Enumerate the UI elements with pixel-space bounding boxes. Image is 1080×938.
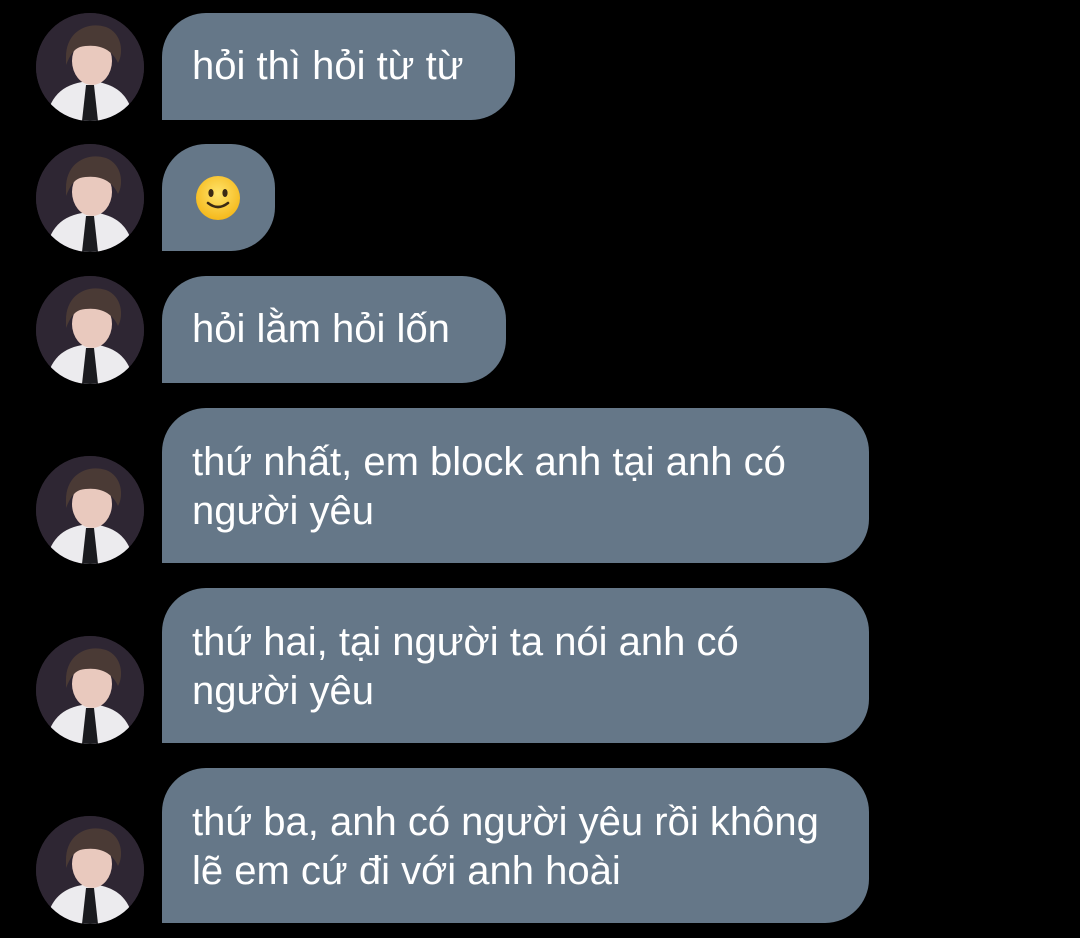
- message-bubble[interactable]: thứ ba, anh có người yêu rồi không lẽ em…: [162, 768, 869, 923]
- avatar-image: [36, 13, 144, 121]
- message-text: thứ ba, anh có người yêu rồi không lẽ em…: [192, 800, 819, 893]
- avatar[interactable]: [36, 816, 144, 924]
- message-bubble[interactable]: hỏi lằm hỏi lốn: [162, 276, 506, 383]
- avatar-image: [36, 636, 144, 744]
- message-bubble[interactable]: hỏi thì hỏi từ từ: [162, 13, 515, 120]
- slightly-smiling-face-icon: [196, 176, 240, 220]
- message-bubble[interactable]: thứ hai, tại người ta nói anh có người y…: [162, 588, 869, 743]
- avatar[interactable]: [36, 636, 144, 744]
- avatar[interactable]: [36, 456, 144, 564]
- avatar-image: [36, 276, 144, 384]
- message-bubble[interactable]: thứ nhất, em block anh tại anh có người …: [162, 408, 869, 563]
- message-bubble[interactable]: [162, 144, 275, 251]
- avatar[interactable]: [36, 144, 144, 252]
- message-text: hỏi lằm hỏi lốn: [192, 307, 450, 351]
- avatar-image: [36, 144, 144, 252]
- avatar-image: [36, 816, 144, 924]
- avatar-image: [36, 456, 144, 564]
- message-text: thứ hai, tại người ta nói anh có người y…: [192, 620, 739, 713]
- avatar[interactable]: [36, 276, 144, 384]
- avatar[interactable]: [36, 13, 144, 121]
- message-text: thứ nhất, em block anh tại anh có người …: [192, 440, 786, 533]
- message-text: hỏi thì hỏi từ từ: [192, 44, 464, 88]
